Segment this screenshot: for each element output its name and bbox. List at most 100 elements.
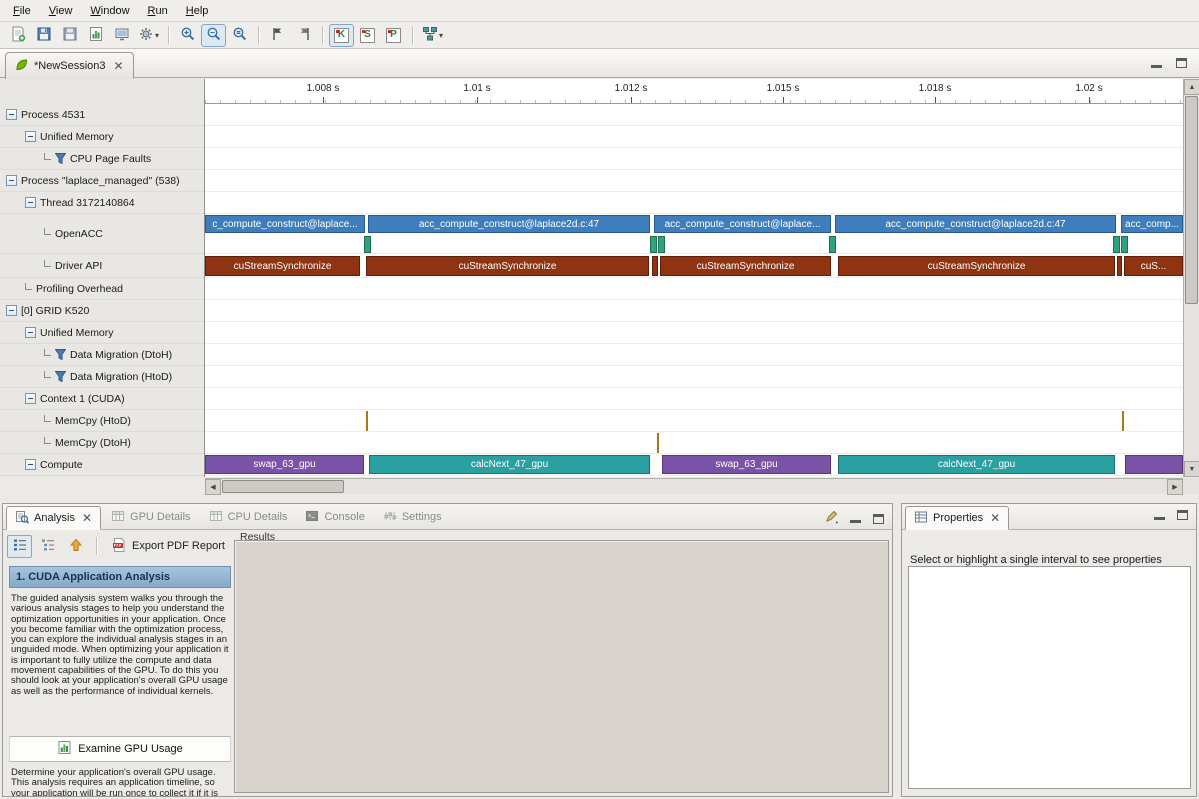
export-button[interactable] [109,24,134,47]
interval-compute[interactable]: calcNext_47_gpu [369,455,650,474]
horizontal-scrollbar[interactable]: ◀ ▶ [205,478,1183,494]
interval-driver[interactable]: cuStreamSynchronize [838,256,1115,276]
tab-analysis[interactable]: Analysis ✕ [6,506,101,530]
scroll-up-button[interactable]: ▲ [1184,79,1199,95]
maximize-icon[interactable] [1176,58,1187,68]
tree-row-cpu-page-faults[interactable]: CPU Page Faults [0,148,204,170]
zoom-in-button[interactable] [175,24,200,47]
interval-openacc-marker[interactable] [364,236,371,253]
tree-row-profiling-overhead[interactable]: Profiling Overhead [0,278,204,300]
interval-driver[interactable]: cuStreamSynchronize [366,256,649,276]
close-icon[interactable]: ✕ [114,60,124,72]
expander-minus-icon[interactable] [25,459,36,470]
tree-row-0-grid-k520[interactable]: [0] GRID K520 [0,300,204,322]
tree-row-openacc[interactable]: OpenACC [0,214,204,254]
zoom-out-button[interactable] [201,24,226,47]
interval-openacc[interactable]: acc_comp... [1121,215,1183,233]
interval-driver[interactable]: cuS... [1124,256,1183,276]
guided-analysis-button[interactable]: ▾ [419,24,446,47]
report-button[interactable] [83,24,108,47]
scroll-right-button[interactable]: ▶ [1167,479,1183,495]
tree-row-thread-3172140864[interactable]: Thread 3172140864 [0,192,204,214]
vertical-scroll-thumb[interactable] [1185,96,1198,304]
expander-minus-icon[interactable] [25,327,36,338]
new-session-button[interactable] [5,24,30,47]
interval-openacc-marker[interactable] [1121,236,1128,253]
mark-backward-button[interactable] [291,24,316,47]
save-button[interactable] [31,24,56,47]
examine-gpu-usage-button[interactable]: Examine GPU Usage [9,736,231,762]
interval-compute[interactable]: swap_63_gpu [662,455,831,474]
tab-properties[interactable]: Properties ✕ [905,506,1009,530]
stream-highlight-toggle[interactable]: S [355,24,380,47]
guided-view-toggle[interactable] [7,535,32,558]
tab-console[interactable]: Console [297,505,372,529]
kernel-highlight-toggle[interactable]: K [329,24,354,47]
tab-cpu-details[interactable]: CPU Details [201,505,296,529]
tab-settings[interactable]: Settings [375,505,450,529]
tab-gpu-details[interactable]: GPU Details [103,505,199,529]
interval-memcpy-htod[interactable] [1122,411,1124,431]
interval-memcpy-dtoh[interactable] [657,433,659,453]
tree-row-memcpy-htod[interactable]: MemCpy (HtoD) [0,410,204,432]
tree-row-unified-memory[interactable]: Unified Memory [0,126,204,148]
expander-minus-icon[interactable] [6,305,17,316]
tree-row-data-migration-htod[interactable]: Data Migration (HtoD) [0,366,204,388]
maximize-icon[interactable] [1177,510,1188,520]
scroll-left-button[interactable]: ◀ [205,479,221,495]
mark-forward-button[interactable] [265,24,290,47]
interval-openacc-marker[interactable] [658,236,665,253]
menu-view[interactable]: View [40,2,82,20]
interval-openacc[interactable]: acc_compute_construct@laplace... [654,215,831,233]
vertical-scrollbar[interactable]: ▲ ▼ [1183,79,1199,477]
session-tab[interactable]: *NewSession3 ✕ [5,52,134,79]
interval-compute[interactable]: swap_63_gpu [205,455,364,474]
interval-openacc-marker[interactable] [1113,236,1120,253]
interval-openacc-marker[interactable] [829,236,836,253]
interval-openacc[interactable]: acc_compute_construct@laplace2d.c:47 [368,215,650,233]
interval-compute[interactable]: calcNext_47_gpu [838,455,1115,474]
interval-openacc[interactable]: c_compute_construct@laplace... [205,215,365,233]
interval-driver[interactable] [1117,256,1122,276]
expander-minus-icon[interactable] [6,175,17,186]
interval-driver[interactable] [652,256,658,276]
menu-file[interactable]: File [4,2,40,20]
minimize-icon[interactable] [850,514,861,523]
expander-minus-icon[interactable] [25,197,36,208]
tree-row-unified-memory[interactable]: Unified Memory [0,322,204,344]
horizontal-scroll-thumb[interactable] [222,480,344,493]
interval-memcpy-htod[interactable] [366,411,368,431]
menu-run[interactable]: Run [139,2,177,20]
tree-row-memcpy-dtoh[interactable]: MemCpy (DtoH) [0,432,204,454]
expander-minus-icon[interactable] [25,131,36,142]
interval-compute[interactable] [1125,455,1183,474]
menu-window[interactable]: Window [81,2,138,20]
configure-button[interactable]: ▾ [135,24,162,47]
process-highlight-toggle[interactable]: P [381,24,406,47]
tree-row-driver-api[interactable]: Driver API [0,254,204,278]
tree-row-process-4531[interactable]: Process 4531 [0,104,204,126]
close-icon[interactable]: ✕ [82,512,92,524]
export-pdf-button[interactable]: Export PDF Report [105,535,231,558]
tree-row-data-migration-dtoh[interactable]: Data Migration (DtoH) [0,344,204,366]
tree-row-compute[interactable]: Compute [0,454,204,476]
maximize-icon[interactable] [873,514,884,524]
save-all-button[interactable] [57,24,82,47]
interval-openacc[interactable]: acc_compute_construct@laplace2d.c:47 [835,215,1116,233]
tree-row-process-laplace-managed-538[interactable]: Process "laplace_managed" (538) [0,170,204,192]
back-up-button[interactable] [63,535,88,558]
expander-minus-icon[interactable] [6,109,17,120]
interval-openacc-marker[interactable] [650,236,657,253]
close-icon[interactable]: ✕ [990,512,1000,524]
timeline-canvas[interactable]: c_compute_construct@laplace...acc_comput… [205,104,1183,477]
interval-driver[interactable]: cuStreamSynchronize [660,256,831,276]
tree-row-context-1-cuda[interactable]: Context 1 (CUDA) [0,388,204,410]
interval-driver[interactable]: cuStreamSynchronize [205,256,360,276]
zoom-fit-button[interactable] [227,24,252,47]
unguided-view-toggle[interactable] [35,535,60,558]
scroll-down-button[interactable]: ▼ [1184,461,1199,477]
view-menu-pencil-icon[interactable] [824,510,838,527]
minimize-icon[interactable] [1151,59,1162,68]
menu-help[interactable]: Help [177,2,218,20]
minimize-icon[interactable] [1154,511,1165,520]
